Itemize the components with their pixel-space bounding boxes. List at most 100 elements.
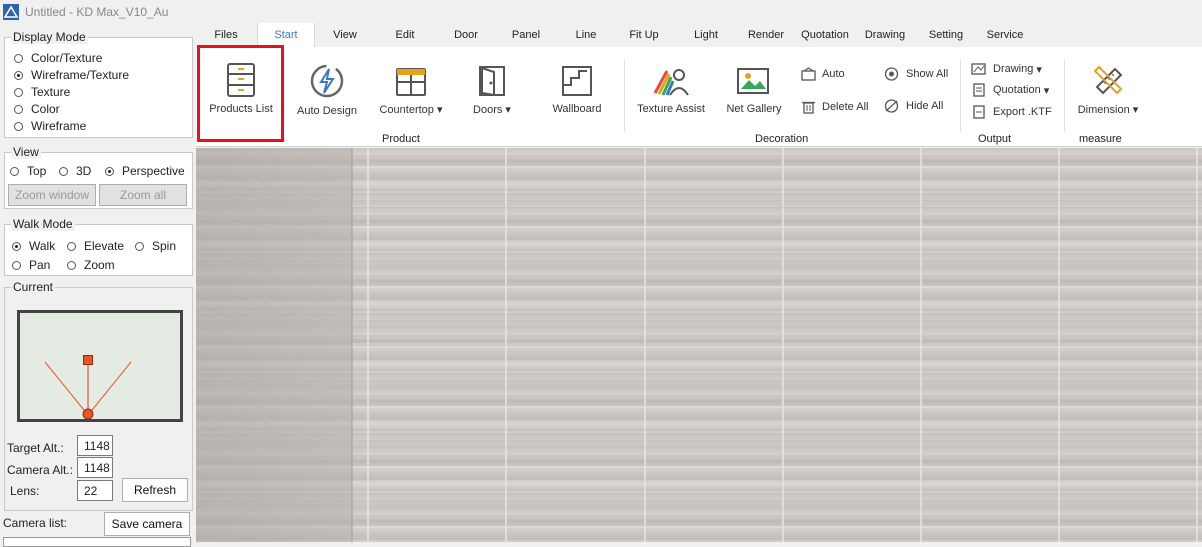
wallboard-icon <box>562 66 592 96</box>
zoom-window-button[interactable]: Zoom window <box>8 184 96 206</box>
drawing-icon <box>971 63 986 75</box>
dimension-label: Dimension ▾ <box>1077 104 1139 116</box>
net-gallery-label: Net Gallery <box>726 103 782 115</box>
tab-start[interactable]: Start <box>257 23 315 47</box>
eye-icon <box>884 67 899 81</box>
display-mode-wireframe-texture[interactable]: Wireframe/Texture <box>14 68 129 82</box>
camera-list-box[interactable] <box>3 537 191 547</box>
display-mode-group: Display Mode Color/Texture Wireframe/Tex… <box>4 30 193 138</box>
target-marker-icon <box>83 355 93 365</box>
wallboard-button[interactable]: Wallboard <box>546 65 608 115</box>
countertop-button[interactable]: Countertop ▾ <box>376 65 446 116</box>
tab-render[interactable]: Render <box>744 23 788 47</box>
lens-input[interactable]: 22 <box>77 480 113 501</box>
radio-icon <box>67 241 76 251</box>
gallery-icon <box>737 68 769 94</box>
walk-mode-zoom[interactable]: Zoom <box>67 258 115 272</box>
camera-list-label: Camera list: <box>3 516 68 530</box>
auto-button[interactable]: Auto <box>801 67 845 81</box>
walk-mode-pan[interactable]: Pan <box>12 258 50 272</box>
zoom-all-button[interactable]: Zoom all <box>99 184 187 206</box>
show-all-button[interactable]: Show All <box>883 67 948 81</box>
tile-wall-render <box>196 148 1202 542</box>
tab-door[interactable]: Door <box>446 23 486 47</box>
display-mode-wireframe[interactable]: Wireframe <box>14 119 86 133</box>
display-mode-color-texture[interactable]: Color/Texture <box>14 51 102 65</box>
walk-mode-elevate[interactable]: Elevate <box>67 239 124 253</box>
countertop-icon <box>396 68 426 96</box>
tab-panel[interactable]: Panel <box>505 23 547 47</box>
title-bar: Untitled - KD Max_V10_Au <box>0 0 1202 23</box>
view-3d[interactable]: 3D <box>59 164 91 178</box>
radio-icon <box>14 53 23 63</box>
radio-icon <box>12 260 21 270</box>
refresh-button[interactable]: Refresh <box>122 478 188 502</box>
auto-icon <box>801 67 816 81</box>
export-ktf-button[interactable]: Export .KTF <box>971 105 1052 119</box>
view-perspective[interactable]: Perspective <box>105 164 185 178</box>
display-mode-color[interactable]: Color <box>14 102 60 116</box>
radio-icon <box>59 166 68 176</box>
countertop-label: Countertop ▾ <box>379 104 443 116</box>
walk-mode-spin[interactable]: Spin <box>135 239 176 253</box>
view-top[interactable]: Top <box>10 164 46 178</box>
radio-icon <box>14 121 23 131</box>
drawing-button[interactable]: Drawing ▾ <box>971 62 1042 76</box>
hide-all-button[interactable]: Hide All <box>883 99 943 113</box>
radio-icon <box>14 104 23 114</box>
ruler-pencil-icon <box>1093 65 1123 95</box>
wallboard-label: Wallboard <box>552 103 602 115</box>
ribbon-tabs: Files Start View Edit Door Panel Line Fi… <box>196 23 1202 47</box>
app-logo-icon <box>3 3 19 20</box>
display-mode-legend: Display Mode <box>11 30 88 44</box>
radio-selected-icon <box>14 70 23 80</box>
lens-label: Lens: <box>10 484 40 498</box>
walk-mode-group: Walk Mode Walk Elevate Spin Pan Zoom <box>4 217 193 276</box>
texture-assist-label: Texture Assist <box>637 103 705 115</box>
radio-selected-icon <box>105 166 114 176</box>
lightning-icon <box>310 64 344 98</box>
delete-all-button[interactable]: Delete All <box>801 99 868 114</box>
left-panel: Display Mode Color/Texture Wireframe/Tex… <box>0 23 196 547</box>
tab-line[interactable]: Line <box>566 23 606 47</box>
display-mode-texture[interactable]: Texture <box>14 85 70 99</box>
ribbon-separator <box>1064 59 1065 131</box>
ribbon-panel: Products List Auto Design Countertop ▾ D… <box>196 47 1202 147</box>
net-gallery-button[interactable]: Net Gallery <box>720 65 788 115</box>
tab-light[interactable]: Light <box>685 23 727 47</box>
3d-viewport[interactable] <box>196 148 1202 542</box>
walk-mode-walk[interactable]: Walk <box>12 239 55 253</box>
ribbon-separator <box>960 59 961 131</box>
tab-fit-up[interactable]: Fit Up <box>623 23 665 47</box>
target-alt-input[interactable]: 1148 <box>77 435 113 456</box>
tab-service[interactable]: Service <box>982 23 1028 47</box>
camera-preview[interactable] <box>17 310 183 422</box>
tab-edit[interactable]: Edit <box>385 23 425 47</box>
radio-icon <box>14 87 23 97</box>
dimension-button[interactable]: Dimension ▾ <box>1072 63 1144 116</box>
tab-drawing[interactable]: Drawing <box>860 23 910 47</box>
auto-design-label: Auto Design <box>297 105 357 117</box>
radio-icon <box>67 260 76 270</box>
texture-assist-icon <box>653 69 689 96</box>
group-label-measure: measure <box>1079 133 1122 145</box>
tab-quotation[interactable]: Quotation <box>798 23 852 47</box>
tab-setting[interactable]: Setting <box>923 23 969 47</box>
tab-view[interactable]: View <box>325 23 365 47</box>
export-icon <box>973 105 985 119</box>
target-alt-label: Target Alt.: <box>7 441 64 455</box>
tab-files[interactable]: Files <box>206 23 246 47</box>
group-label-decoration: Decoration <box>755 133 809 145</box>
camera-marker-icon <box>82 408 94 420</box>
view-legend: View <box>11 145 41 159</box>
trash-icon <box>802 101 815 114</box>
auto-design-button[interactable]: Auto Design <box>293 63 361 117</box>
group-label-output: Output <box>978 133 1012 145</box>
quotation-button[interactable]: Quotation ▾ <box>971 83 1049 97</box>
walk-mode-legend: Walk Mode <box>11 217 75 231</box>
camera-alt-input[interactable]: 1148 <box>77 457 113 478</box>
texture-assist-button[interactable]: Texture Assist <box>632 65 710 115</box>
save-camera-button[interactable]: Save camera <box>104 512 190 536</box>
doors-button[interactable]: Doors ▾ <box>466 65 518 116</box>
door-icon <box>479 66 505 97</box>
